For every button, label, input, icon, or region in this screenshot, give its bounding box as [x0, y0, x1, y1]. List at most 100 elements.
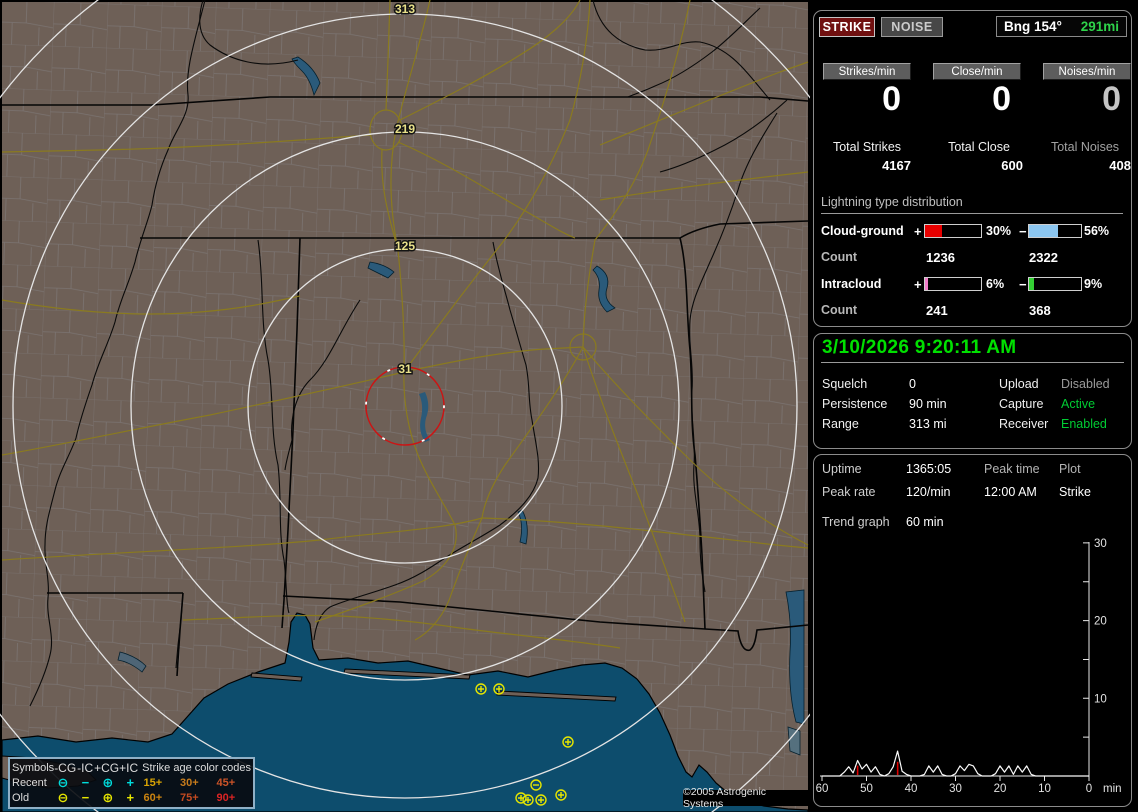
- cg-minus-count: 2322: [1029, 250, 1058, 265]
- upload-status: Disabled: [1061, 377, 1110, 391]
- strikes-per-min-value: 0: [882, 80, 901, 118]
- age-code-15: 15+: [143, 776, 163, 789]
- age-code-60: 60+: [143, 791, 163, 804]
- distribution-title: Lightning type distribution: [821, 195, 1123, 214]
- intracloud-row: Intracloud + 6% − 9%: [814, 277, 1133, 292]
- age-code-75: 75+: [179, 791, 199, 804]
- ic-plus-count: 241: [926, 303, 948, 318]
- total-close-value: 600: [1001, 158, 1023, 173]
- trend-line: [822, 750, 1089, 777]
- bearing-distance: 291mi: [1080, 19, 1119, 34]
- noises-per-min-value: 0: [1102, 80, 1121, 118]
- map-legend: Symbols -CG -IC +CG +IC Strike age color…: [8, 757, 255, 809]
- age-code-90: 90+: [216, 791, 236, 804]
- minus-cg-recent-icon: ⊖: [57, 775, 69, 790]
- copyright-bar: ©2005 Astrogenic Systems: [683, 786, 808, 810]
- ring-label: 313: [395, 2, 415, 16]
- trend-y-tick: 10: [1094, 693, 1107, 705]
- cloud-ground-count-row: Count 1236 2322: [814, 250, 1133, 265]
- ic-plus-meter: [924, 277, 982, 291]
- strikes-per-min-button[interactable]: Strikes/min: [823, 63, 911, 80]
- legend-row-old: Old ⊖ − ⊕ + 60+ 75+ 90+: [12, 790, 251, 805]
- intracloud-label: Intracloud: [821, 277, 882, 291]
- total-noises-label: Total Noises: [1050, 140, 1120, 154]
- cg-minus-percent: 56%: [1084, 224, 1110, 238]
- divider: [821, 362, 1124, 363]
- count-label: Count: [821, 303, 858, 317]
- trend-x-tick: 40: [905, 783, 918, 795]
- capture-status: Active: [1061, 397, 1096, 411]
- count-label: Count: [821, 250, 858, 264]
- persistence-value: 90 min: [909, 397, 947, 411]
- persistence-label: Persistence: [822, 397, 888, 411]
- minus-sign: −: [1019, 224, 1027, 239]
- plus-ic-old-icon: +: [126, 790, 135, 805]
- trend-x-tick: 30: [949, 783, 962, 795]
- age-code-30: 30+: [179, 776, 199, 789]
- capture-label: Capture: [999, 397, 1044, 411]
- status-panel: 3/10/2026 9:20:11 AM Squelch 0 Persisten…: [813, 333, 1132, 449]
- cloud-ground-row: Cloud-ground + 30% − 56%: [814, 224, 1133, 239]
- plot-value: Strike: [1059, 485, 1091, 499]
- plus-sign: +: [914, 224, 922, 239]
- ic-plus-percent: 6%: [986, 277, 1005, 291]
- total-close-label: Total Close: [948, 140, 1010, 154]
- trend-graph: 60 50 40 30 20 10 0 min 10 20 30: [816, 538, 1122, 795]
- squelch-label: Squelch: [822, 377, 868, 391]
- legend-old-label: Old: [12, 791, 30, 804]
- plus-sign: +: [914, 277, 922, 292]
- trend-x-unit: min: [1103, 783, 1122, 795]
- date-time: 3/10/2026 9:20:11 AM: [822, 337, 1017, 358]
- trend-y-tick: 30: [1094, 538, 1107, 550]
- total-strikes-value: 4167: [882, 158, 911, 173]
- cg-plus-percent: 30%: [986, 224, 1012, 238]
- minus-cg-old-icon: ⊖: [57, 790, 69, 805]
- lightning-map[interactable]: 313 219 125 31: [0, 0, 915, 812]
- cloud-ground-label: Cloud-ground: [821, 224, 904, 238]
- minus-ic-old-icon: −: [81, 790, 90, 805]
- legend-recent-label: Recent: [12, 776, 47, 789]
- peak-time-value: 12:00 AM: [984, 485, 1037, 499]
- upload-label: Upload: [999, 377, 1039, 391]
- trend-graph-label: Trend graph: [822, 515, 890, 529]
- trend-x-tick: 0: [1086, 783, 1092, 795]
- ic-minus-count: 368: [1029, 303, 1051, 318]
- noises-per-min-button[interactable]: Noises/min: [1043, 63, 1131, 80]
- bearing-readout: Bng 154° 291mi: [996, 16, 1127, 37]
- trend-x-tick: 50: [860, 783, 873, 795]
- strike-mode-button[interactable]: STRIKE: [819, 17, 875, 37]
- legend-row-recent: Recent ⊖ − ⊕ + 15+ 30+ 45+: [12, 775, 251, 790]
- noise-mode-button[interactable]: NOISE: [881, 17, 943, 37]
- age-code-45: 45+: [216, 776, 236, 789]
- trend-y-tick: 20: [1094, 616, 1107, 628]
- range-label: Range: [822, 417, 859, 431]
- trend-panel: Uptime 1365:05 Peak time Plot Peak rate …: [813, 454, 1132, 807]
- peak-rate-value: 120/min: [906, 485, 951, 499]
- plus-cg-old-icon: ⊕: [102, 790, 114, 805]
- ring-label: 219: [395, 122, 415, 136]
- close-per-min-button[interactable]: Close/min: [933, 63, 1021, 80]
- minus-ic-recent-icon: −: [81, 775, 90, 790]
- plus-cg-recent-icon: ⊕: [102, 775, 114, 790]
- receiver-label: Receiver: [999, 417, 1049, 431]
- bearing-value: Bng 154°: [1004, 19, 1062, 34]
- squelch-value: 0: [909, 377, 916, 391]
- trend-x-tick: 60: [816, 783, 829, 795]
- ring-label: 31: [398, 362, 412, 376]
- cg-minus-meter: [1028, 224, 1082, 238]
- nexstorm-window: 313 219 125 31 Symbols -CG -IC +CG +IC Stri…: [0, 0, 1138, 812]
- receiver-status: Enabled: [1061, 417, 1107, 431]
- ring-label: 125: [395, 239, 415, 253]
- legend-header: Symbols -CG -IC +CG +IC Strike age color…: [12, 760, 251, 775]
- uptime-label: Uptime: [822, 462, 862, 476]
- legend-age-title: Strike age color codes: [142, 761, 251, 774]
- trend-x-tick: 20: [994, 783, 1007, 795]
- cg-plus-count: 1236: [926, 250, 955, 265]
- legend-symbols-label: Symbols: [12, 761, 55, 774]
- map-area: 313 219 125 31 Symbols -CG -IC +CG +IC Stri…: [0, 0, 915, 812]
- uptime-value: 1365:05: [906, 462, 952, 476]
- ic-minus-percent: 9%: [1084, 277, 1103, 291]
- peak-rate-label: Peak rate: [822, 485, 876, 499]
- plot-header: Plot: [1059, 462, 1081, 476]
- total-strikes-label: Total Strikes: [832, 140, 902, 154]
